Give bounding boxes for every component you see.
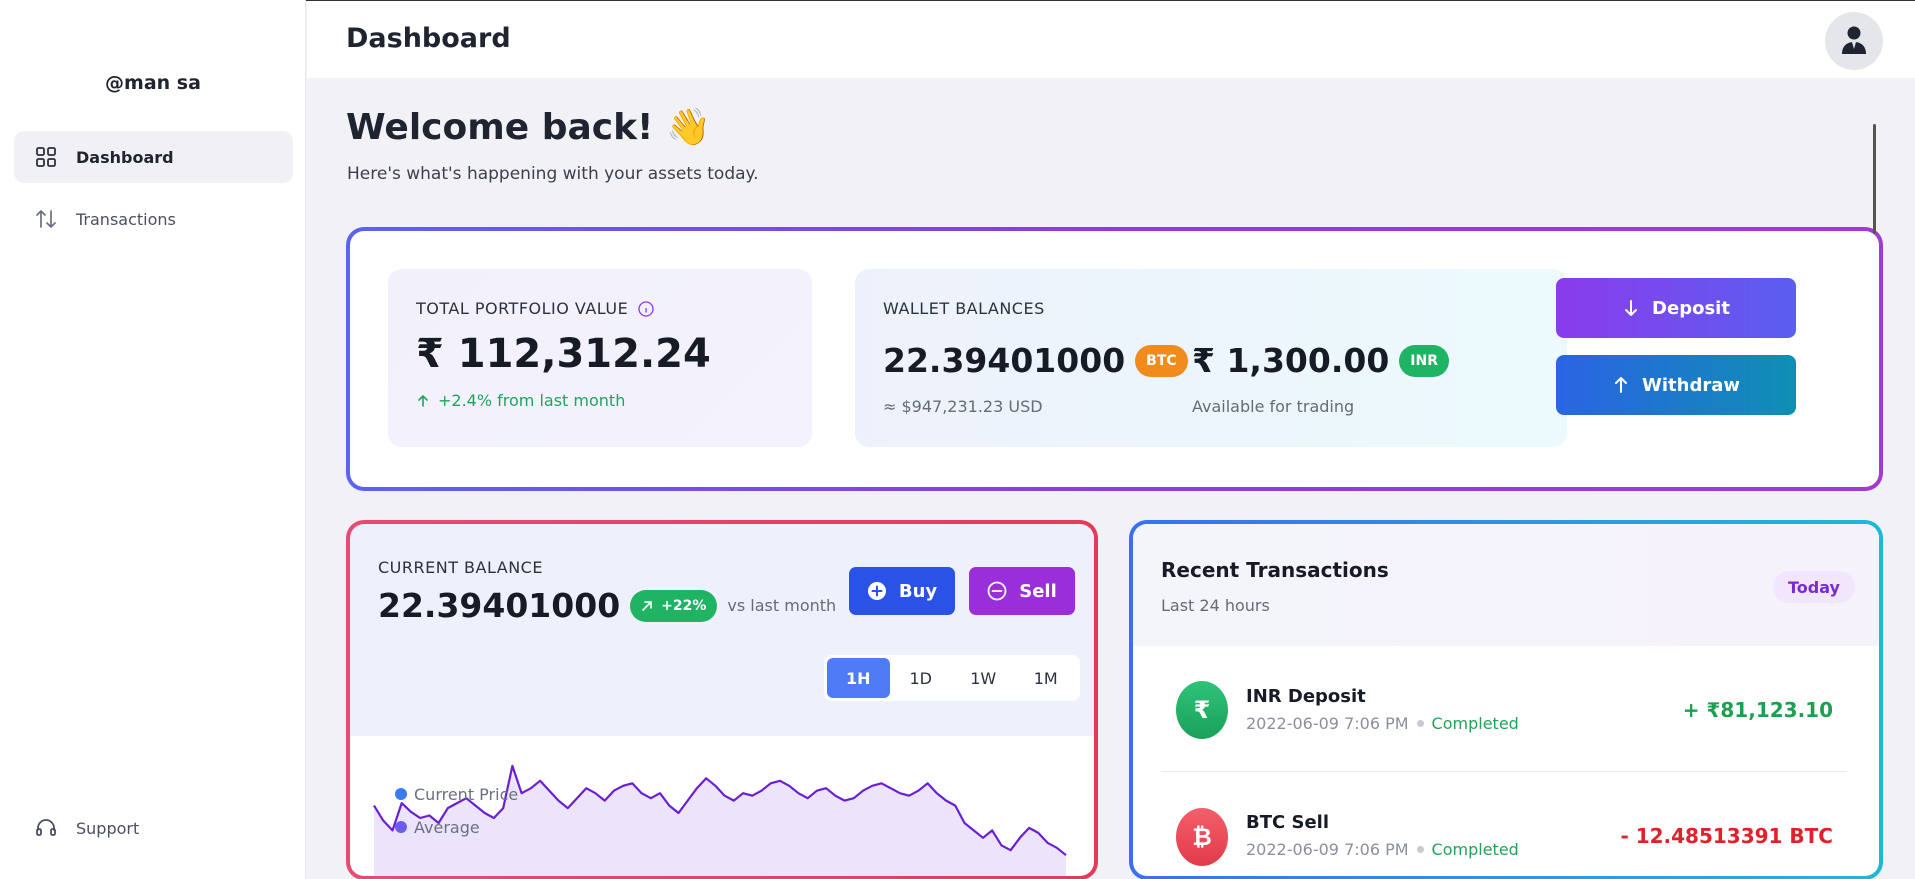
- range-1m-button[interactable]: 1M: [1015, 658, 1078, 698]
- inr-badge: INR: [1399, 344, 1450, 377]
- legend-current-label: Current Price: [414, 785, 518, 804]
- withdraw-label: Withdraw: [1642, 374, 1740, 396]
- legend-current-swatch: [395, 788, 407, 800]
- wallet-balances-panel: WALLET BALANCES 22.39401000 BTC ≈ $947,2…: [855, 269, 1567, 447]
- transaction-datetime: 2022-06-09 7:06 PM: [1246, 714, 1409, 733]
- top-header: Dashboard: [307, 1, 1915, 78]
- sidebar-item-label: Dashboard: [76, 147, 174, 167]
- headset-icon: [34, 816, 58, 840]
- btc-balance: 22.39401000: [883, 341, 1126, 380]
- bitcoin-icon: ₿: [1176, 808, 1228, 866]
- portfolio-label: TOTAL PORTFOLIO VALUE: [416, 299, 629, 318]
- recent-transactions-card: Recent Transactions Last 24 hours Today …: [1129, 520, 1883, 879]
- transaction-title: BTC Sell: [1246, 812, 1329, 833]
- balance-change-value: +22%: [661, 597, 707, 614]
- arrows-up-down-icon: [34, 207, 58, 231]
- balance-label: CURRENT BALANCE: [378, 558, 543, 577]
- sidebar-item-label: Transactions: [76, 209, 176, 229]
- sidebar-item-dashboard[interactable]: Dashboard: [14, 131, 293, 183]
- btc-usd-equivalent: ≈ $947,231.23 USD: [883, 397, 1043, 416]
- sidebar-item-transactions[interactable]: Transactions: [14, 193, 293, 245]
- portfolio-value: ₹ 112,312.24: [416, 331, 711, 377]
- range-1h-button[interactable]: 1H: [827, 658, 890, 698]
- deposit-button[interactable]: Deposit: [1556, 278, 1796, 338]
- main-content: Welcome back! 👋 Here's what's happening …: [307, 78, 1915, 879]
- minus-circle-icon: [987, 581, 1007, 601]
- price-chart: Current Price Average: [373, 764, 1067, 876]
- legend-average-label: Average: [414, 818, 480, 837]
- brand-username: @man sa: [105, 72, 201, 94]
- sell-label: Sell: [1019, 580, 1057, 602]
- transaction-status: Completed: [1431, 840, 1519, 859]
- today-badge[interactable]: Today: [1773, 571, 1855, 603]
- user-avatar[interactable]: [1825, 12, 1883, 70]
- inr-balance: ₹ 1,300.00: [1192, 341, 1390, 380]
- portfolio-card: TOTAL PORTFOLIO VALUE ₹ 112,312.24 +2.4%…: [346, 227, 1883, 491]
- transaction-row[interactable]: ₹ INR Deposit 2022-06-09 7:06 PM Complete…: [1161, 648, 1847, 772]
- arrow-down-icon: [1622, 299, 1640, 317]
- transaction-status: Completed: [1431, 714, 1519, 733]
- transaction-meta: 2022-06-09 7:06 PM Completed: [1246, 840, 1519, 859]
- info-icon[interactable]: [638, 300, 654, 317]
- arrow-up-icon: [1612, 376, 1630, 394]
- buy-button[interactable]: Buy: [849, 567, 955, 615]
- plus-circle-icon: [867, 581, 887, 601]
- current-balance-card: CURRENT BALANCE 22.39401000 +22% vs last…: [346, 520, 1098, 879]
- withdraw-button[interactable]: Withdraw: [1556, 355, 1796, 415]
- transactions-title: Recent Transactions: [1161, 558, 1389, 582]
- transaction-meta: 2022-06-09 7:06 PM Completed: [1246, 714, 1519, 733]
- transaction-amount: + ₹81,123.10: [1682, 698, 1833, 722]
- transaction-datetime: 2022-06-09 7:06 PM: [1246, 840, 1409, 859]
- transaction-amount: - 12.48513391 BTC: [1620, 824, 1833, 848]
- transaction-row[interactable]: ₿ BTC Sell 2022-06-09 7:06 PM Completed -…: [1161, 772, 1847, 876]
- sidebar-item-label: Support: [76, 818, 140, 838]
- sell-button[interactable]: Sell: [969, 567, 1075, 615]
- legend-average-swatch: [395, 821, 407, 833]
- balance-change-badge: +22%: [630, 589, 718, 622]
- inr-available-note: Available for trading: [1192, 397, 1355, 416]
- user-icon: [1840, 24, 1868, 58]
- balance-value: 22.39401000: [378, 586, 621, 625]
- trend-up-icon: [641, 600, 653, 612]
- range-1w-button[interactable]: 1W: [952, 658, 1015, 698]
- rupee-icon: ₹: [1176, 681, 1228, 739]
- btc-badge: BTC: [1135, 344, 1188, 377]
- vertical-scrollbar[interactable]: [1873, 124, 1876, 234]
- total-portfolio-panel: TOTAL PORTFOLIO VALUE ₹ 112,312.24 +2.4%…: [388, 269, 812, 447]
- range-1d-button[interactable]: 1D: [890, 658, 953, 698]
- sidebar-item-support[interactable]: Support: [14, 802, 293, 854]
- transaction-title: INR Deposit: [1246, 686, 1366, 707]
- grid-icon: [34, 145, 58, 169]
- sidebar: @man sa Dashboard Transactions Support: [0, 0, 306, 879]
- page-title: Dashboard: [346, 23, 511, 54]
- balance-change-note: vs last month: [727, 596, 837, 615]
- welcome-subtitle: Here's what's happening with your assets…: [347, 164, 759, 184]
- portfolio-change: +2.4% from last month: [438, 391, 626, 410]
- buy-label: Buy: [898, 580, 938, 602]
- wallet-label: WALLET BALANCES: [883, 299, 1045, 318]
- arrow-up-icon: [416, 394, 430, 408]
- welcome-heading: Welcome back! 👋: [346, 107, 711, 148]
- deposit-label: Deposit: [1652, 297, 1730, 319]
- time-range-selector: 1H 1D 1W 1M: [824, 655, 1080, 701]
- transactions-subtitle: Last 24 hours: [1161, 596, 1270, 615]
